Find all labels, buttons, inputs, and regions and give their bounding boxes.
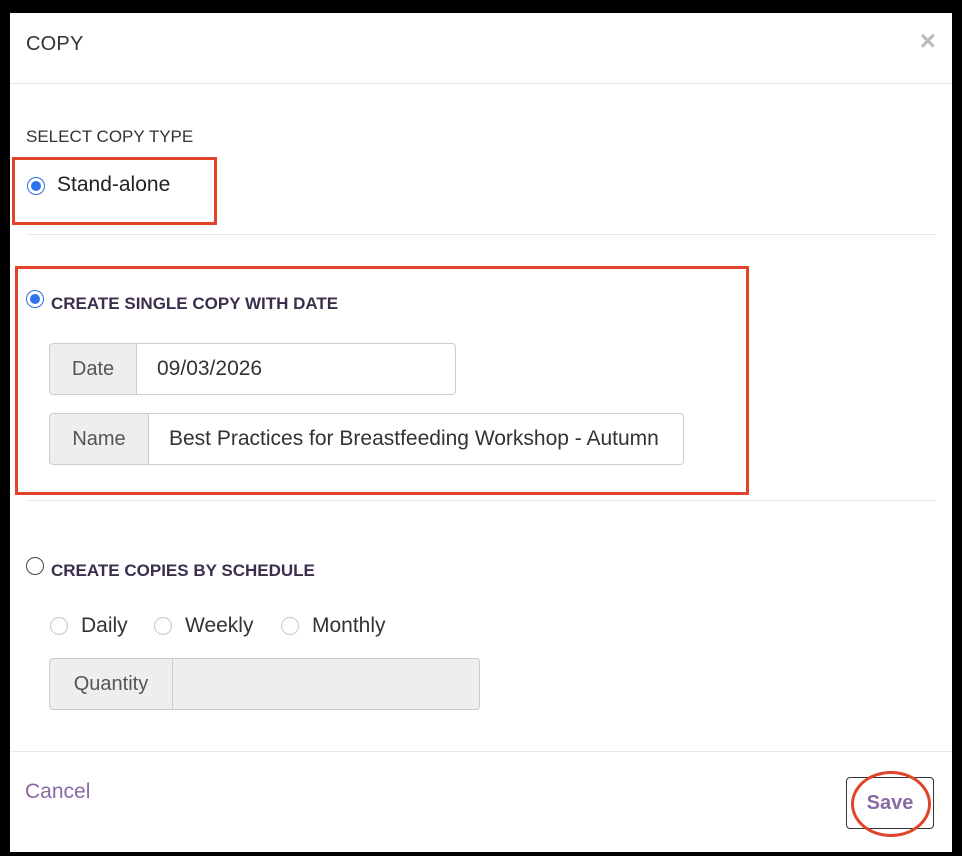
quantity-addon: Quantity <box>49 658 173 710</box>
highlight-box-single-copy <box>15 266 749 495</box>
dialog-title: COPY <box>26 33 84 55</box>
dialog-header: COPY × <box>10 13 952 84</box>
weekly-label: Weekly <box>185 614 254 637</box>
daily-label: Daily <box>81 614 128 637</box>
weekly-radio[interactable] <box>154 617 172 635</box>
schedule-heading: CREATE COPIES BY SCHEDULE <box>51 561 315 580</box>
divider <box>26 234 936 235</box>
monthly-radio[interactable] <box>281 617 299 635</box>
quantity-field <box>173 658 480 710</box>
monthly-label: Monthly <box>312 614 386 637</box>
cancel-button[interactable]: Cancel <box>25 780 90 804</box>
daily-radio[interactable] <box>50 617 68 635</box>
schedule-radio[interactable] <box>26 557 44 575</box>
copy-dialog: COPY × SELECT COPY TYPE Stand-alone CREA… <box>10 13 952 852</box>
copy-type-label: SELECT COPY TYPE <box>26 127 194 146</box>
highlight-circle-save <box>851 771 931 837</box>
footer-divider <box>10 751 952 752</box>
quantity-input-group: Quantity <box>49 658 480 710</box>
highlight-box-stand-alone <box>12 157 217 225</box>
close-icon[interactable]: × <box>920 27 936 55</box>
divider <box>26 500 936 501</box>
